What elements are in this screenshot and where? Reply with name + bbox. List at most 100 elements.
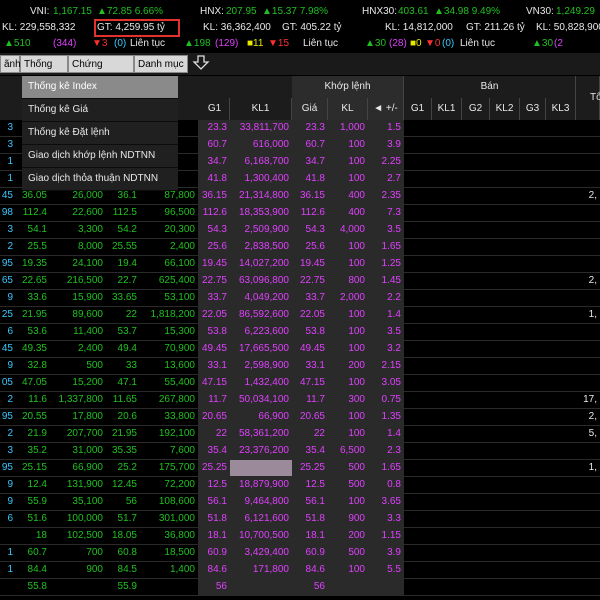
table-row[interactable]: 6 51.6 100,000 51.7 301,000 51.8 6,121,600 51.8… <box>0 511 600 528</box>
table-cell: 9 <box>7 360 13 371</box>
vn30-ceiling: (2 <box>554 38 563 49</box>
table-row[interactable]: 9 32.8 500 33 13,600 33.1 2,598,900 33.1 200 2.15 <box>0 358 600 375</box>
table-cell: 19.4 <box>117 258 137 269</box>
table-cell <box>576 239 600 255</box>
header-ban-g3: G3 <box>520 98 546 120</box>
table-row[interactable]: 2 25.5 8,000 25.55 2,400 25.6 2,838,500 25.6 100… <box>0 239 600 256</box>
table-cell: 625,400 <box>158 275 195 286</box>
table-cell: 400 <box>328 188 368 204</box>
table-row[interactable]: 9 55.9 35,100 56 108,600 56.1 9,464,800 56.1 100… <box>0 494 600 511</box>
table-cell: 22.05 <box>198 307 230 323</box>
table-row[interactable]: 1 84.4 900 84.5 1,400 84.6 171,800 84.6 100 5.5 <box>0 562 600 579</box>
table-cell: 500 <box>328 477 368 493</box>
table-row[interactable]: 65 22.65 216,500 22.7 625,400 22.75 63,096,800… <box>0 273 600 290</box>
table-cell: 11.65 <box>112 394 137 405</box>
table-cell: 63,096,800 <box>230 273 292 289</box>
table-cell: 41.8 <box>292 171 328 187</box>
dropdown-item[interactable]: Giao dịch khớp lệnh NDTNN <box>22 145 178 168</box>
hnx-decliners: ▼15 <box>268 38 290 49</box>
hnx-status: Liên tục <box>303 38 339 49</box>
table-cell: 12.5 <box>292 477 328 493</box>
table-cell: 58,361,200 <box>230 426 292 442</box>
table-row[interactable]: 95 25.15 66,900 25.2 175,700 25.25 25.25 500 1.6… <box>0 460 600 477</box>
table-cell: 21.95 <box>111 428 137 439</box>
table-cell: 2,400 <box>77 343 103 354</box>
tab-lenh[interactable]: ãnh <box>0 55 21 73</box>
table-cell: 25.25 <box>292 460 328 476</box>
table-row[interactable]: 45 49.35 2,400 49.4 70,900 49.45 17,665,500 49.… <box>0 341 600 358</box>
table-cell: 500 <box>328 460 368 476</box>
table-row[interactable]: 6 53.6 11,400 53.7 15,300 53.8 6,223,600 53.8 10… <box>0 324 600 341</box>
table-cell: 131,900 <box>66 479 103 490</box>
header-change-toggle[interactable]: ◄ +/- ► <box>368 98 404 136</box>
table-cell: 54.1 <box>27 224 47 235</box>
table-cell: 9 <box>7 479 13 490</box>
table-cell: 72,200 <box>164 479 195 490</box>
table-row[interactable]: 9 33.6 15,900 33.65 53,100 33.7 4,049,200 33.7 2… <box>0 290 600 307</box>
table-cell <box>328 579 368 595</box>
table-row[interactable]: 95 19.35 24,100 19.4 66,100 19.45 14,027,200 19… <box>0 256 600 273</box>
table-row[interactable]: 05 47.05 15,200 47.1 55,400 47.15 1,432,400 47.… <box>0 375 600 392</box>
hnx30-value-traded: GT: 211.26 tỷ <box>466 22 525 33</box>
table-cell: 1 <box>7 564 13 575</box>
table-row[interactable]: 2 11.6 1,337,800 11.65 267,800 11.7 50,034,100… <box>0 392 600 409</box>
dropdown-item[interactable]: Thống kê Đặt lệnh <box>22 122 178 145</box>
table-row[interactable]: 3 54.1 3,300 54.2 20,300 54.3 2,509,900 54.3 4,0… <box>0 222 600 239</box>
tab-danh-muc[interactable]: Danh mục <box>134 55 188 73</box>
hnx-change: ▲15.37 7.98% <box>262 6 329 17</box>
table-cell: 100 <box>328 409 368 425</box>
dropdown-item[interactable]: Thống kê Index <box>22 76 178 99</box>
table-row[interactable]: 25 21.95 89,600 22 1,818,200 22.05 86,592,600 2… <box>0 307 600 324</box>
table-cell: 22.05 <box>292 307 328 323</box>
table-cell: 11.6 <box>28 394 47 405</box>
table-row[interactable]: 18 102,500 18.05 36,800 18.1 10,700,500 18.1 20… <box>0 528 600 545</box>
index-ticker-bar: VNI: 1,167.15 ▲72.85 6.66% KL: 229,558,3… <box>0 0 600 52</box>
table-cell: 900 <box>328 511 368 527</box>
table-cell: 1, <box>588 462 597 473</box>
table-cell: 25.5 <box>27 241 47 252</box>
table-row[interactable]: 2 21.9 207,700 21.95 192,100 22 58,361,200 22 10… <box>0 426 600 443</box>
arrow-down-icon[interactable] <box>192 55 210 71</box>
table-row[interactable]: 55.8 55.9 56 56 <box>0 579 600 596</box>
table-cell: 200 <box>328 528 368 544</box>
hnx-label: HNX: <box>200 6 224 17</box>
hnx-volume: KL: 36,362,400 <box>203 22 271 33</box>
table-cell: 616,000 <box>230 137 292 153</box>
table-cell: 22 <box>198 426 230 442</box>
table-cell: 700 <box>86 547 103 558</box>
table-cell: 2.25 <box>368 154 404 170</box>
table-cell: 35.4 <box>198 443 230 459</box>
table-cell: 45 <box>1 343 13 354</box>
table-row[interactable]: 98 112.4 22,600 112.5 96,500 112.6 18,353,900 1… <box>0 205 600 222</box>
table-cell: 19.45 <box>292 256 328 272</box>
dropdown-item[interactable]: Giao dịch thỏa thuận NDTNN <box>22 168 178 191</box>
table-row[interactable]: 9 12.4 131,900 12.45 72,200 12.5 18,879,900 12.… <box>0 477 600 494</box>
hnx30-status: Liên tục <box>460 38 496 49</box>
hnx30-change: ▲34.98 9.49% <box>434 6 501 17</box>
table-cell: 2, <box>588 411 597 422</box>
table-cell <box>230 579 292 595</box>
table-row[interactable]: 95 20.55 17,800 20.6 33,800 20.65 66,900 20.65 1… <box>0 409 600 426</box>
table-cell <box>576 511 600 527</box>
table-cell: 100 <box>328 154 368 170</box>
vni-floor: (0) <box>114 38 127 49</box>
table-row[interactable]: 1 60.7 700 60.8 18,500 60.9 3,429,400 60.9 500 3.… <box>0 545 600 562</box>
table-cell: 25 <box>1 309 13 320</box>
tab-chung-quyen[interactable]: Chứng quyền <box>68 55 134 88</box>
tab-thong-ke[interactable]: Thống kê <box>20 55 68 88</box>
hnx-advancers: ▲198 <box>184 38 211 49</box>
table-cell: 1 <box>7 547 13 558</box>
table-cell: 21,314,800 <box>230 188 292 204</box>
table-cell: 22.7 <box>117 275 137 286</box>
dropdown-item[interactable]: Thống kê Giá <box>22 99 178 122</box>
table-cell: 112.5 <box>112 207 137 218</box>
table-cell: 1,432,400 <box>230 375 292 391</box>
table-cell: 56.1 <box>198 494 230 510</box>
table-cell: 65 <box>1 275 13 286</box>
table-cell <box>576 137 600 153</box>
table-cell: 2,000 <box>328 290 368 306</box>
table-cell: 22.65 <box>21 275 47 286</box>
table-cell: 84.6 <box>198 562 230 578</box>
table-cell: 49.45 <box>292 341 328 357</box>
table-row[interactable]: 3 35.2 31,000 35.35 7,600 35.4 23,376,200 35.4 6… <box>0 443 600 460</box>
